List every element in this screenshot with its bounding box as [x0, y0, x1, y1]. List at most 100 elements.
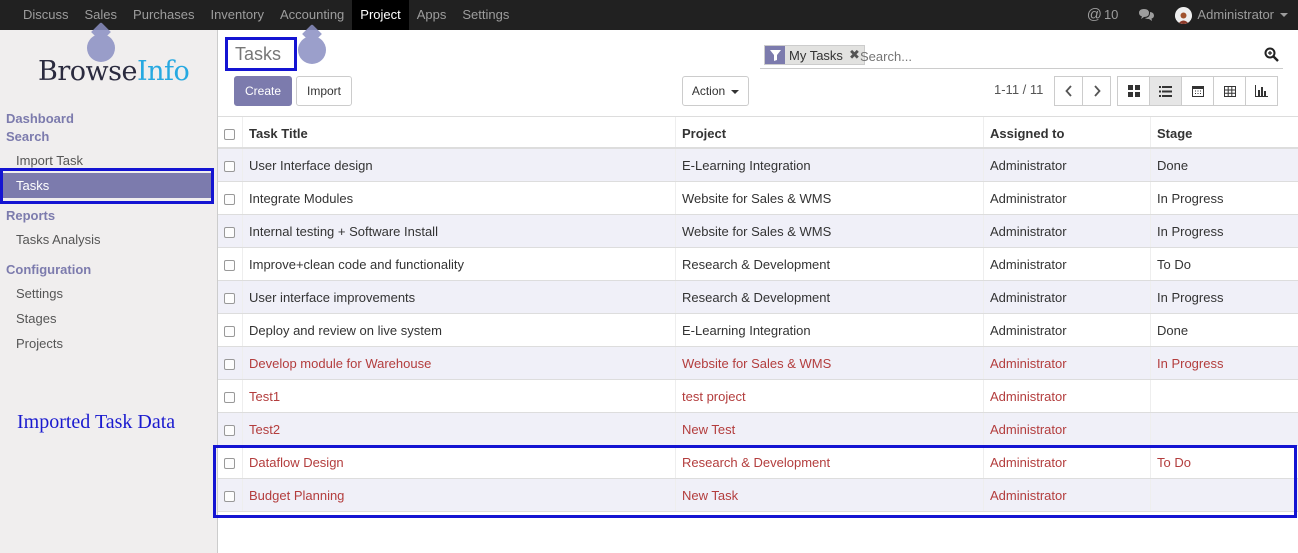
top-navbar: Discuss Sales Purchases Inventory Accoun…: [0, 0, 1298, 30]
assigned-to-cell: Administrator: [983, 380, 1150, 412]
row-checkbox[interactable]: [218, 380, 242, 412]
action-dropdown[interactable]: Action: [682, 76, 749, 106]
search-icon[interactable]: [1264, 47, 1279, 67]
stage-cell: In Progress: [1150, 281, 1298, 313]
row-checkbox[interactable]: [218, 281, 242, 313]
column-header-assigned-to[interactable]: Assigned to: [983, 117, 1150, 147]
stage-cell: [1150, 413, 1298, 445]
select-all-checkbox[interactable]: [218, 117, 242, 147]
project-cell: E-Learning Integration: [675, 149, 983, 181]
kanban-view-button[interactable]: [1117, 76, 1150, 106]
chat-icon: [1139, 9, 1155, 21]
bar-chart-icon: [1255, 85, 1268, 97]
systray: @ 10 Administrator: [1077, 0, 1298, 30]
project-cell: E-Learning Integration: [675, 314, 983, 346]
table-row[interactable]: Test1 test project Administrator: [218, 380, 1298, 413]
row-checkbox[interactable]: [218, 149, 242, 181]
task-title-cell: Budget Planning: [242, 479, 675, 511]
menu-inventory[interactable]: Inventory: [202, 0, 271, 30]
search-input[interactable]: [860, 46, 1250, 66]
table-row[interactable]: Test2 New Test Administrator: [218, 413, 1298, 446]
row-checkbox[interactable]: [218, 215, 242, 247]
user-menu[interactable]: Administrator: [1165, 0, 1298, 30]
at-icon: @: [1086, 6, 1102, 23]
table-row[interactable]: Internal testing + Software Install Websi…: [218, 215, 1298, 248]
sidebar-configuration: Configuration: [6, 262, 92, 277]
table-row[interactable]: Integrate Modules Website for Sales & WMS…: [218, 182, 1298, 215]
menu-apps[interactable]: Apps: [409, 0, 455, 30]
remove-facet-icon[interactable]: ✖: [849, 47, 860, 63]
table-row[interactable]: User interface improvements Research & De…: [218, 281, 1298, 314]
table-row[interactable]: Improve+clean code and functionality Rese…: [218, 248, 1298, 281]
project-cell: Website for Sales & WMS: [675, 347, 983, 379]
row-checkbox[interactable]: [218, 479, 242, 511]
pager-previous-button[interactable]: [1054, 76, 1083, 106]
row-checkbox[interactable]: [218, 248, 242, 280]
messages-button[interactable]: [1128, 8, 1165, 22]
search-facet: My Tasks ✖: [764, 45, 865, 65]
facet-label: My Tasks: [789, 47, 843, 63]
sidebar-item-projects[interactable]: Projects: [0, 331, 214, 356]
assigned-to-cell: Administrator: [983, 446, 1150, 478]
calendar-view-button[interactable]: [1181, 76, 1214, 106]
pivot-view-button[interactable]: [1213, 76, 1246, 106]
sidebar-dashboard[interactable]: Dashboard: [6, 111, 74, 126]
table-icon: [1223, 85, 1236, 97]
task-title-cell: Develop module for Warehouse: [242, 347, 675, 379]
assigned-to-cell: Administrator: [983, 182, 1150, 214]
project-cell: Website for Sales & WMS: [675, 215, 983, 247]
assigned-to-cell: Administrator: [983, 314, 1150, 346]
pager-next-button[interactable]: [1082, 76, 1111, 106]
table-row[interactable]: Develop module for Warehouse Website for …: [218, 347, 1298, 380]
stage-cell: Done: [1150, 314, 1298, 346]
sidebar-item-settings[interactable]: Settings: [0, 281, 214, 306]
menu-discuss[interactable]: Discuss: [15, 0, 77, 30]
kanban-icon: [1127, 85, 1140, 97]
table-row[interactable]: User Interface design E-Learning Integrat…: [218, 149, 1298, 182]
sidebar-item-stages[interactable]: Stages: [0, 306, 214, 331]
sidebar-search[interactable]: Search: [6, 129, 49, 144]
stage-cell: [1150, 380, 1298, 412]
logo-text-browse: Browse: [38, 56, 137, 87]
column-header-project[interactable]: Project: [675, 117, 983, 147]
annotation-note: Imported Task Data: [17, 411, 176, 433]
avatar: [1175, 6, 1193, 24]
row-checkbox[interactable]: [218, 182, 242, 214]
calendar-icon: [1191, 86, 1204, 97]
project-cell: Website for Sales & WMS: [675, 182, 983, 214]
task-list-table: Task Title Project Assigned to Stage Use…: [218, 116, 1298, 512]
chevron-down-icon: [1280, 13, 1288, 17]
list-view-button[interactable]: [1149, 76, 1182, 106]
user-name: Administrator: [1197, 7, 1274, 22]
chevron-right-icon: [1093, 85, 1101, 97]
row-checkbox[interactable]: [218, 347, 242, 379]
sidebar-item-tasks[interactable]: Tasks: [0, 173, 214, 198]
activity-count: 10: [1103, 7, 1119, 22]
title-drop-icon: [298, 36, 326, 64]
menu-project[interactable]: Project: [352, 0, 409, 30]
pager-value[interactable]: 1-11 / 11: [994, 82, 1043, 97]
list-icon: [1159, 85, 1172, 97]
graph-view-button[interactable]: [1245, 76, 1278, 106]
column-header-task-title[interactable]: Task Title: [242, 117, 675, 147]
create-button[interactable]: Create: [234, 76, 292, 106]
table-row[interactable]: Dataflow Design Research & Development Adm…: [218, 446, 1298, 479]
logo: BrowseInfo: [38, 56, 190, 96]
menu-settings[interactable]: Settings: [454, 0, 517, 30]
filter-icon: [765, 46, 785, 64]
table-row[interactable]: Deploy and review on live system E-Learni…: [218, 314, 1298, 347]
row-checkbox[interactable]: [218, 413, 242, 445]
sidebar-item-import-task[interactable]: Import Task: [0, 148, 214, 173]
table-row[interactable]: Budget Planning New Task Administrator: [218, 479, 1298, 512]
sidebar-item-tasks-analysis[interactable]: Tasks Analysis: [0, 227, 214, 252]
column-header-stage[interactable]: Stage: [1150, 117, 1298, 147]
stage-cell: In Progress: [1150, 182, 1298, 214]
menu-purchases[interactable]: Purchases: [125, 0, 202, 30]
task-title-cell: User interface improvements: [242, 281, 675, 313]
row-checkbox[interactable]: [218, 446, 242, 478]
activity-button[interactable]: @ 10: [1077, 0, 1129, 30]
assigned-to-cell: Administrator: [983, 248, 1150, 280]
table-header: Task Title Project Assigned to Stage: [218, 116, 1298, 149]
row-checkbox[interactable]: [218, 314, 242, 346]
import-button[interactable]: Import: [296, 76, 352, 106]
